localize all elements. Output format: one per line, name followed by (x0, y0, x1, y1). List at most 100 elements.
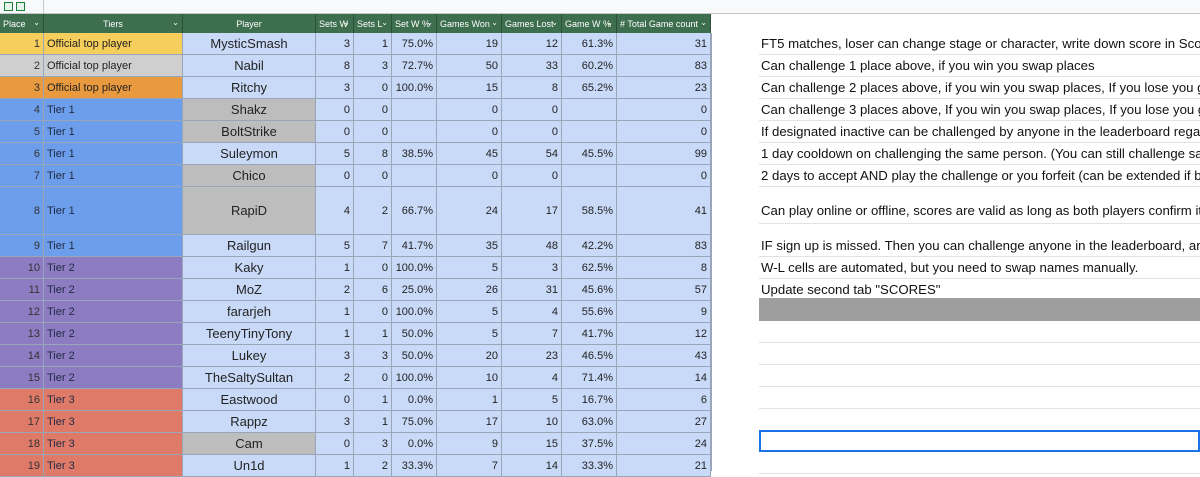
note-line[interactable]: FT5 matches, loser can change stage or c… (759, 33, 1200, 55)
total-cell[interactable]: 14 (617, 367, 711, 389)
selected-cell[interactable] (759, 430, 1200, 452)
game-w-pct-cell[interactable]: 33.3% (562, 455, 617, 477)
note-line[interactable]: 2 days to accept AND play the challenge … (759, 165, 1200, 187)
header-games-won[interactable]: Games Won ⌄ (437, 14, 502, 33)
games-won-cell[interactable]: 1 (437, 389, 502, 411)
sets-w-cell[interactable]: 0 (316, 121, 354, 143)
set-w-pct-cell[interactable]: 38.5% (392, 143, 437, 165)
place-cell[interactable]: 3 (0, 77, 44, 99)
sets-l-cell[interactable]: 8 (354, 143, 392, 165)
total-cell[interactable]: 99 (617, 143, 711, 165)
total-cell[interactable]: 24 (617, 433, 711, 455)
tier-cell[interactable]: Tier 1 (44, 165, 183, 187)
player-cell[interactable]: TheSaltySultan (183, 367, 316, 389)
sets-w-cell[interactable]: 8 (316, 55, 354, 77)
games-won-cell[interactable]: 26 (437, 279, 502, 301)
set-w-pct-cell[interactable]: 0.0% (392, 433, 437, 455)
player-cell[interactable]: Un1d (183, 455, 316, 477)
games-won-cell[interactable]: 0 (437, 121, 502, 143)
chevron-down-icon[interactable]: ⌄ (381, 18, 388, 27)
total-cell[interactable]: 57 (617, 279, 711, 301)
player-cell[interactable]: Rappz (183, 411, 316, 433)
player-cell[interactable]: Suleymon (183, 143, 316, 165)
place-cell[interactable]: 16 (0, 389, 44, 411)
game-w-pct-cell[interactable]: 60.2% (562, 55, 617, 77)
game-w-pct-cell[interactable]: 37.5% (562, 433, 617, 455)
set-w-pct-cell[interactable] (392, 121, 437, 143)
header-total-game-count[interactable]: # Total Game count ⌄ (617, 14, 711, 33)
game-w-pct-cell[interactable]: 62.5% (562, 257, 617, 279)
games-lost-cell[interactable]: 4 (502, 301, 562, 323)
sets-l-cell[interactable]: 0 (354, 165, 392, 187)
place-cell[interactable]: 18 (0, 433, 44, 455)
player-cell[interactable]: TeenyTinyTony (183, 323, 316, 345)
tier-cell[interactable]: Tier 3 (44, 389, 183, 411)
game-w-pct-cell[interactable]: 58.5% (562, 187, 617, 235)
games-won-cell[interactable]: 20 (437, 345, 502, 367)
place-cell[interactable]: 13 (0, 323, 44, 345)
games-won-cell[interactable]: 35 (437, 235, 502, 257)
games-won-cell[interactable]: 15 (437, 77, 502, 99)
set-w-pct-cell[interactable]: 72.7% (392, 55, 437, 77)
tier-cell[interactable]: Tier 3 (44, 411, 183, 433)
set-w-pct-cell[interactable] (392, 165, 437, 187)
tier-cell[interactable]: Tier 2 (44, 345, 183, 367)
header-place[interactable]: Place ⌄ (0, 14, 44, 33)
sets-l-cell[interactable]: 3 (354, 433, 392, 455)
total-cell[interactable]: 23 (617, 77, 711, 99)
games-lost-cell[interactable]: 48 (502, 235, 562, 257)
note-line[interactable]: If designated inactive can be challenged… (759, 121, 1200, 143)
games-lost-cell[interactable]: 23 (502, 345, 562, 367)
set-w-pct-cell[interactable]: 33.3% (392, 455, 437, 477)
games-won-cell[interactable]: 24 (437, 187, 502, 235)
game-w-pct-cell[interactable]: 63.0% (562, 411, 617, 433)
chevron-down-icon[interactable]: ⌄ (551, 18, 558, 27)
place-cell[interactable]: 10 (0, 257, 44, 279)
empty-note-cell[interactable] (759, 387, 1200, 409)
place-cell[interactable]: 4 (0, 99, 44, 121)
chevron-down-icon[interactable]: ⌄ (343, 18, 350, 27)
set-w-pct-cell[interactable]: 25.0% (392, 279, 437, 301)
sets-w-cell[interactable]: 5 (316, 235, 354, 257)
empty-column[interactable] (711, 33, 760, 471)
place-cell[interactable]: 6 (0, 143, 44, 165)
chevron-down-icon[interactable]: ⌄ (491, 18, 498, 27)
place-cell[interactable]: 15 (0, 367, 44, 389)
games-lost-cell[interactable]: 17 (502, 187, 562, 235)
player-cell[interactable]: Ritchy (183, 77, 316, 99)
place-cell[interactable]: 2 (0, 55, 44, 77)
chevron-down-icon[interactable]: ⌄ (700, 18, 707, 27)
games-won-cell[interactable]: 5 (437, 301, 502, 323)
set-w-pct-cell[interactable] (392, 99, 437, 121)
total-cell[interactable]: 41 (617, 187, 711, 235)
sets-l-cell[interactable]: 6 (354, 279, 392, 301)
tier-cell[interactable]: Tier 1 (44, 143, 183, 165)
sets-l-cell[interactable]: 1 (354, 389, 392, 411)
set-w-pct-cell[interactable]: 0.0% (392, 389, 437, 411)
empty-note-cell[interactable] (759, 343, 1200, 365)
game-w-pct-cell[interactable]: 55.6% (562, 301, 617, 323)
total-cell[interactable]: 83 (617, 55, 711, 77)
table-icon[interactable] (16, 2, 25, 11)
games-won-cell[interactable]: 5 (437, 323, 502, 345)
games-lost-cell[interactable]: 15 (502, 433, 562, 455)
game-w-pct-cell[interactable]: 71.4% (562, 367, 617, 389)
tier-cell[interactable]: Tier 1 (44, 187, 183, 235)
header-tiers[interactable]: Tiers ⌄ (44, 14, 183, 33)
games-won-cell[interactable]: 0 (437, 99, 502, 121)
set-w-pct-cell[interactable]: 75.0% (392, 411, 437, 433)
place-cell[interactable]: 1 (0, 33, 44, 55)
header-set-w-pct[interactable]: Set W % ⌄ (392, 14, 437, 33)
sets-l-cell[interactable]: 0 (354, 301, 392, 323)
sets-w-cell[interactable]: 0 (316, 389, 354, 411)
games-won-cell[interactable]: 19 (437, 33, 502, 55)
total-cell[interactable]: 43 (617, 345, 711, 367)
games-won-cell[interactable]: 45 (437, 143, 502, 165)
total-cell[interactable]: 6 (617, 389, 711, 411)
sets-l-cell[interactable]: 0 (354, 77, 392, 99)
grid-icon[interactable] (4, 2, 13, 11)
games-lost-cell[interactable]: 54 (502, 143, 562, 165)
sets-w-cell[interactable]: 5 (316, 143, 354, 165)
set-w-pct-cell[interactable]: 41.7% (392, 235, 437, 257)
place-cell[interactable]: 14 (0, 345, 44, 367)
